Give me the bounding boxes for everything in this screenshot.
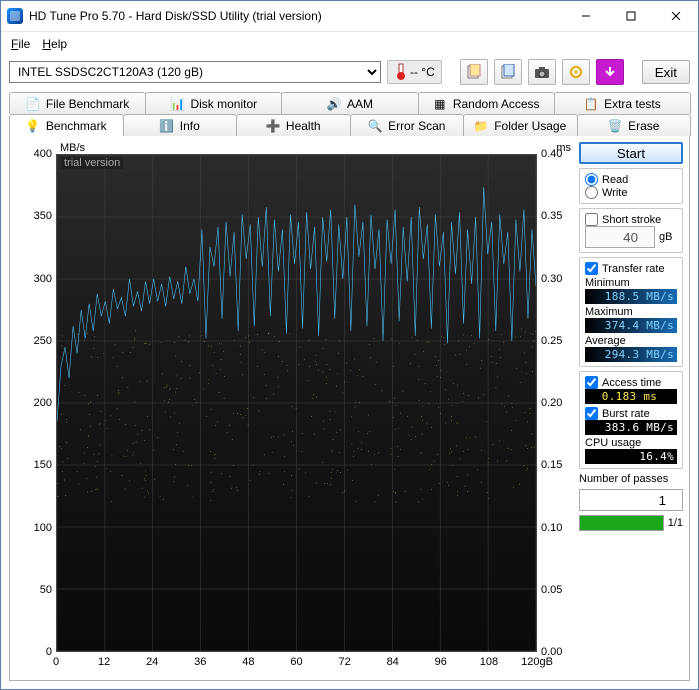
access-group: Access time 0.183 ms Burst rate 383.6 MB… (579, 371, 683, 469)
tab-folder-usage[interactable]: 📁Folder Usage (463, 114, 578, 136)
minimize-button[interactable] (563, 1, 608, 31)
start-button[interactable]: Start (579, 142, 683, 164)
bulb-icon: 💡 (26, 119, 40, 133)
app-icon (7, 8, 23, 24)
menu-bar: File Help (1, 32, 698, 56)
settings-button[interactable] (562, 59, 590, 85)
info-icon: ℹ️ (160, 119, 174, 133)
maximize-button[interactable] (608, 1, 653, 31)
menu-file[interactable]: File (7, 36, 34, 52)
save-button[interactable] (596, 59, 624, 85)
window-title: HD Tune Pro 5.70 - Hard Disk/SSD Utility… (29, 9, 563, 23)
burst-rate-checkbox[interactable] (585, 407, 598, 420)
tab-disk-monitor[interactable]: 📊Disk monitor (145, 92, 282, 114)
write-radio[interactable] (585, 186, 598, 199)
transfer-rate-group: Transfer rate Minimum 188.5 MB/s Maximum… (579, 257, 683, 367)
magnifier-icon: 🔍 (368, 119, 382, 133)
tab-random-access[interactable]: ▦Random Access (418, 92, 555, 114)
tab-extra-tests[interactable]: 📋Extra tests (554, 92, 691, 114)
exit-button[interactable]: Exit (642, 60, 690, 84)
toolbar: INTEL SSDSC2CT120A3 (120 gB) -- °C Exit (9, 59, 690, 85)
cpu-usage-value: 16.4% (585, 449, 677, 464)
mode-group: Read Write (579, 168, 683, 204)
y2-axis: 0.000.050.100.150.200.250.300.350.40 (537, 154, 571, 652)
short-stroke-checkbox[interactable] (585, 213, 598, 226)
minimum-value: 188.5 MB/s (585, 289, 677, 304)
maximum-value: 374.4 MB/s (585, 318, 677, 333)
close-button[interactable] (653, 1, 698, 31)
tab-info[interactable]: ℹ️Info (123, 114, 238, 136)
plot-svg (57, 155, 536, 651)
transfer-rate-checkbox[interactable] (585, 262, 598, 275)
thermometer-icon (394, 63, 408, 81)
tab-aam[interactable]: 🔊AAM (281, 92, 418, 114)
trash-icon: 🗑️ (608, 119, 622, 133)
x-axis: 01224364860728496108120gB (56, 656, 537, 672)
speaker-icon: 🔊 (327, 97, 341, 111)
checklist-icon: 📋 (584, 97, 598, 111)
copy-info-button[interactable] (460, 59, 488, 85)
watermark: trial version (61, 157, 123, 169)
plot-area: trial version (56, 154, 537, 652)
y1-axis-label: MB/s (60, 142, 85, 154)
tab-error-scan[interactable]: 🔍Error Scan (350, 114, 465, 136)
tab-erase[interactable]: 🗑️Erase (577, 114, 692, 136)
screenshot-button[interactable] (528, 59, 556, 85)
short-stroke-input[interactable] (585, 226, 655, 248)
tab-strip: 📄File Benchmark 📊Disk monitor 🔊AAM ▦Rand… (9, 92, 690, 136)
health-icon: ➕ (266, 119, 280, 133)
chart-icon: 📊 (170, 97, 184, 111)
copy-screenshot-button[interactable] (494, 59, 522, 85)
folder-icon: 📁 (474, 119, 488, 133)
temperature-display: -- °C (387, 60, 442, 84)
tab-file-benchmark[interactable]: 📄File Benchmark (9, 92, 146, 114)
access-time-checkbox[interactable] (585, 376, 598, 389)
burst-rate-value: 383.6 MB/s (585, 420, 677, 435)
access-time-value: 0.183 ms (585, 389, 677, 404)
file-icon: 📄 (26, 97, 40, 111)
content-pane: MB/s ms 050100150200250300350400 0.000.0… (9, 136, 690, 681)
read-radio[interactable] (585, 173, 598, 186)
y1-axis: 050100150200250300350400 (28, 154, 56, 652)
side-panel: Start Read Write Short stroke gB Transfe… (577, 136, 689, 680)
short-stroke-group: Short stroke gB (579, 208, 683, 253)
tab-benchmark[interactable]: 💡Benchmark (9, 114, 124, 136)
menu-help[interactable]: Help (38, 36, 71, 52)
random-icon: ▦ (433, 97, 447, 111)
benchmark-chart: MB/s ms 050100150200250300350400 0.000.0… (10, 136, 577, 680)
progress-text: 1/1 (668, 517, 683, 529)
app-window: HD Tune Pro 5.70 - Hard Disk/SSD Utility… (0, 0, 699, 690)
passes-input[interactable] (579, 489, 683, 511)
drive-selector[interactable]: INTEL SSDSC2CT120A3 (120 gB) (9, 61, 381, 83)
average-value: 294.3 MB/s (585, 347, 677, 362)
passes-label: Number of passes (579, 473, 683, 485)
tab-health[interactable]: ➕Health (236, 114, 351, 136)
title-bar: HD Tune Pro 5.70 - Hard Disk/SSD Utility… (1, 1, 698, 32)
progress-bar (579, 515, 664, 531)
